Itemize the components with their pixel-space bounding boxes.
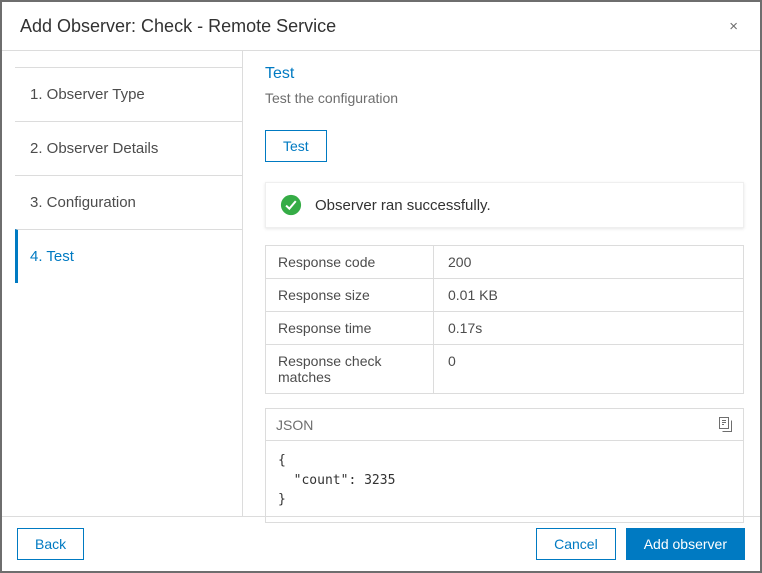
main-panel: Test Test the configuration Test Observe… [243, 51, 760, 523]
page-subtitle: Test the configuration [265, 90, 399, 106]
success-message: Observer ran successfully. [315, 196, 491, 214]
result-value: 200 [448, 254, 472, 270]
step-configuration[interactable]: 3. Configuration [15, 175, 242, 229]
result-value: 0 [448, 353, 456, 369]
dialog-footer: Back Cancel Add observer [2, 516, 760, 571]
dialog-title: Add Observer: Check - Remote Service [20, 16, 337, 36]
back-button[interactable]: Back [17, 528, 85, 560]
step-test[interactable]: 4. Test [15, 229, 242, 283]
page-title: Test [265, 65, 295, 82]
json-panel-header: JSON [266, 409, 743, 441]
dialog-header: Add Observer: Check - Remote Service × [2, 2, 760, 51]
table-row: Response check matches 0 [266, 345, 743, 393]
result-label: Response time [266, 312, 434, 344]
table-row: Response code 200 [266, 246, 743, 279]
cancel-button[interactable]: Cancel [536, 528, 616, 560]
step-observer-details[interactable]: 2. Observer Details [15, 121, 242, 175]
json-code-block: { "count": 3235 } [278, 453, 396, 507]
wizard-steps: 1. Observer Type 2. Observer Details 3. … [2, 51, 243, 516]
result-label: Response code [266, 246, 434, 278]
success-alert: Observer ran successfully. [265, 182, 744, 228]
result-value: 0.01 KB [448, 287, 498, 303]
copy-to-clipboard-icon[interactable] [716, 416, 733, 433]
table-row: Response size 0.01 KB [266, 279, 743, 312]
add-observer-dialog: Add Observer: Check - Remote Service × 1… [0, 0, 762, 573]
dialog-body: 1. Observer Type 2. Observer Details 3. … [2, 51, 760, 523]
result-value: 0.17s [448, 320, 483, 336]
step-observer-type[interactable]: 1. Observer Type [15, 67, 242, 121]
close-icon[interactable]: × [725, 17, 742, 36]
table-row: Response time 0.17s [266, 312, 743, 345]
success-check-icon [280, 194, 302, 216]
json-panel-title: JSON [276, 416, 314, 433]
add-observer-button[interactable]: Add observer [625, 528, 745, 560]
json-panel: JSON { "count": 3235 } [265, 408, 744, 523]
result-label: Response size [266, 279, 434, 311]
test-button[interactable]: Test [265, 130, 327, 162]
results-table: Response code 200 Response size 0.01 KB … [265, 245, 744, 394]
footer-actions: Cancel Add observer [536, 528, 745, 560]
result-label: Response check matches [266, 345, 434, 393]
